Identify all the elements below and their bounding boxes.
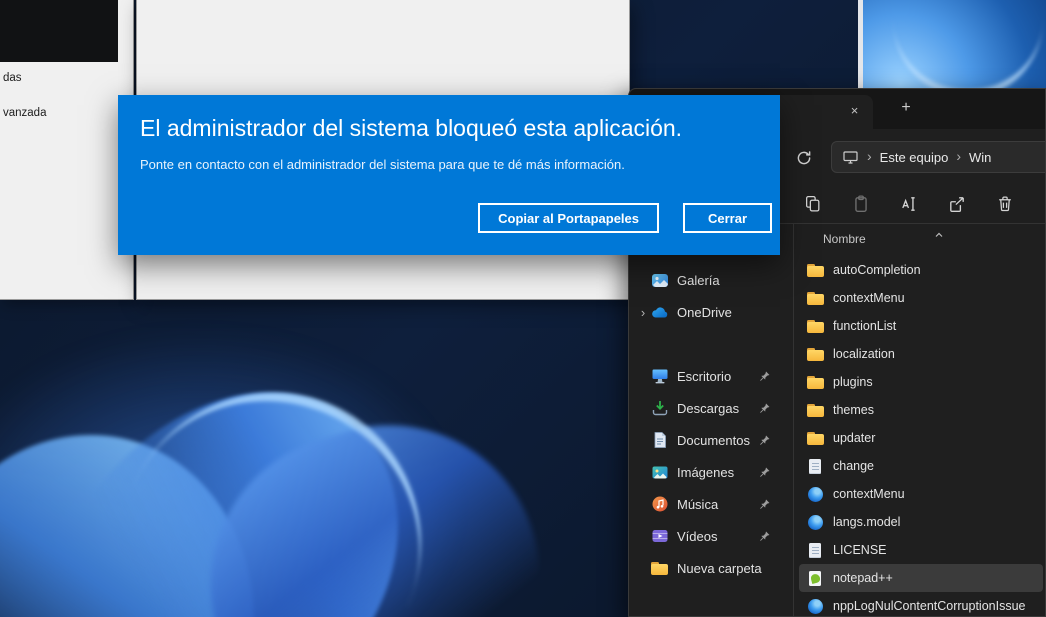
copy-icon[interactable] [801, 192, 825, 216]
folder-icon [807, 403, 824, 418]
sidebar-item-descargas[interactable]: Descargas [635, 393, 787, 423]
breadcrumb[interactable]: › Este equipo › Win [831, 141, 1046, 173]
file-row[interactable]: LICENSE [799, 536, 1043, 564]
pane-divider [793, 224, 794, 616]
file-name: contextMenu [833, 487, 905, 501]
pin-icon [759, 370, 771, 382]
file-row[interactable]: change [799, 452, 1043, 480]
videos-folder-icon [651, 527, 670, 545]
pin-icon [759, 466, 771, 478]
sidebar-item-imagenes[interactable]: Imágenes [635, 457, 787, 487]
file-name: themes [833, 403, 874, 417]
refresh-icon[interactable] [795, 149, 813, 167]
copy-to-clipboard-button[interactable]: Copiar al Portapapeles [478, 203, 659, 233]
file-list: autoCompletion contextMenu functionList … [799, 256, 1043, 617]
xml-file-icon [807, 487, 824, 502]
background-window-left: das vanzada [0, 0, 134, 300]
pin-icon [759, 530, 771, 542]
desktop: das vanzada × + › Este equipo › Win [0, 0, 1046, 617]
text-fragment: das [3, 72, 22, 84]
file-name: notepad++ [833, 571, 893, 585]
folder-icon [807, 263, 824, 278]
chevron-right-icon: › [956, 148, 961, 164]
file-row[interactable]: autoCompletion [799, 256, 1043, 284]
folder-icon [807, 375, 824, 390]
folder-icon [807, 291, 824, 306]
gallery-icon [651, 271, 670, 289]
file-row-selected[interactable]: notepad++ [799, 564, 1043, 592]
background-window-fragment [858, 0, 1046, 88]
close-button[interactable]: Cerrar [683, 203, 772, 233]
file-row[interactable]: functionList [799, 312, 1043, 340]
file-row[interactable]: plugins [799, 368, 1043, 396]
sidebar-item-escritorio[interactable]: Escritorio [635, 361, 787, 391]
sidebar-item-galeria[interactable]: Galería [635, 265, 787, 295]
text-fragment: vanzada [3, 107, 46, 119]
document-icon [807, 459, 824, 474]
pin-icon [759, 402, 771, 414]
onedrive-icon [651, 303, 670, 321]
pin-icon [759, 498, 771, 510]
file-row[interactable]: contextMenu [799, 480, 1043, 508]
breadcrumb-drive[interactable]: Win [969, 150, 991, 165]
sort-ascending-icon [934, 231, 944, 239]
xml-file-icon [807, 515, 824, 530]
file-name: langs.model [833, 515, 900, 529]
file-name: LICENSE [833, 543, 887, 557]
file-name: localization [833, 347, 895, 361]
folder-icon [651, 559, 670, 577]
dialog-buttons: Copiar al Portapapeles Cerrar [478, 203, 772, 233]
file-name: contextMenu [833, 291, 905, 305]
file-row[interactable]: langs.model [799, 508, 1043, 536]
rename-icon[interactable] [897, 192, 921, 216]
window-header-image [0, 0, 118, 62]
file-name: change [833, 459, 874, 473]
desktop-folder-icon [651, 367, 670, 385]
pin-icon [759, 434, 771, 446]
dialog-title: El administrador del sistema bloqueó est… [140, 115, 682, 142]
new-tab-button[interactable]: + [897, 99, 915, 117]
dialog-subtitle: Ponte en contacto con el administrador d… [140, 157, 625, 172]
sidebar-item-documentos[interactable]: Documentos [635, 425, 787, 455]
folder-icon [807, 347, 824, 362]
sidebar-item-videos[interactable]: Vídeos [635, 521, 787, 551]
close-tab-icon[interactable]: × [846, 103, 863, 120]
chevron-right-icon: › [867, 148, 872, 164]
notepadpp-icon [807, 571, 824, 586]
document-icon [807, 543, 824, 558]
file-row[interactable]: updater [799, 424, 1043, 452]
xml-file-icon [807, 599, 824, 614]
downloads-folder-icon [651, 399, 670, 417]
folder-icon [807, 431, 824, 446]
delete-icon[interactable] [993, 192, 1017, 216]
file-row[interactable]: themes [799, 396, 1043, 424]
column-header-name[interactable]: Nombre [799, 229, 1045, 253]
music-folder-icon [651, 495, 670, 513]
sidebar-item-nueva-carpeta[interactable]: Nueva carpeta [635, 553, 787, 583]
file-name: plugins [833, 375, 873, 389]
pictures-folder-icon [651, 463, 670, 481]
file-row[interactable]: localization [799, 340, 1043, 368]
file-name: functionList [833, 319, 896, 333]
expand-chevron-icon[interactable]: › [635, 305, 651, 320]
file-row[interactable]: contextMenu [799, 284, 1043, 312]
smartscreen-dialog: El administrador del sistema bloqueó est… [118, 95, 780, 255]
paste-icon[interactable] [849, 192, 873, 216]
file-name: nppLogNulContentCorruptionIssue [833, 599, 1026, 613]
sidebar-item-onedrive[interactable]: › OneDrive [635, 297, 787, 327]
file-row[interactable]: nppLogNulContentCorruptionIssue [799, 592, 1043, 617]
breadcrumb-this-pc[interactable]: Este equipo [880, 150, 949, 165]
share-icon[interactable] [945, 192, 969, 216]
documents-folder-icon [651, 431, 670, 449]
this-pc-icon [842, 149, 859, 165]
sidebar-item-musica[interactable]: Música [635, 489, 787, 519]
folder-icon [807, 319, 824, 334]
file-name: updater [833, 431, 875, 445]
file-name: autoCompletion [833, 263, 921, 277]
